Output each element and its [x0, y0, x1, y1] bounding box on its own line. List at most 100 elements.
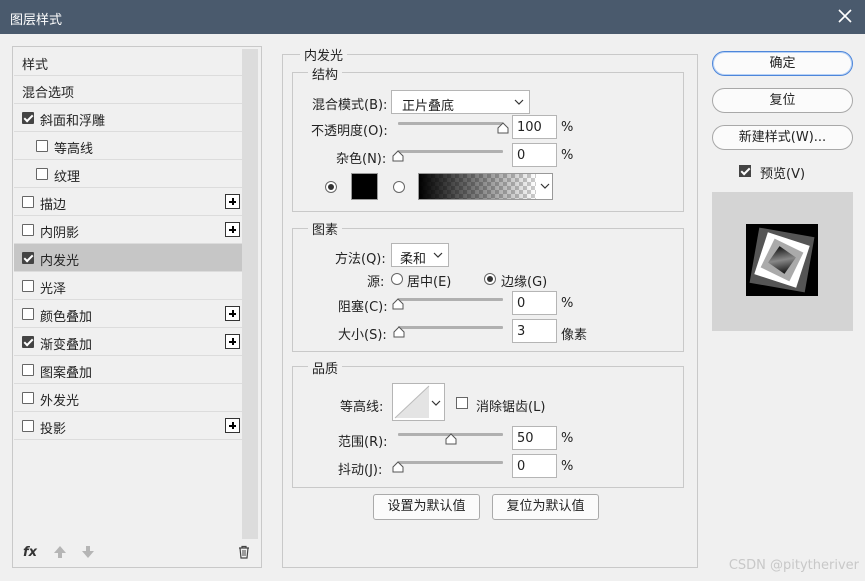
chevron-down-icon — [514, 95, 524, 109]
opacity-slider-track[interactable] — [398, 122, 503, 125]
method-label: 方法(Q): — [335, 252, 386, 267]
style-checkbox[interactable] — [22, 364, 34, 376]
ok-button[interactable]: 确定 — [712, 51, 853, 76]
source-center-radio[interactable] — [391, 273, 403, 285]
jitter-slider-track[interactable] — [398, 461, 503, 464]
styles-list: 样式 混合选项斜面和浮雕等高线 纹理 描边 内阴影 内发光 光泽 颜色叠加 渐变叠加 图案叠加外发… — [14, 48, 244, 440]
blend-mode-select[interactable]: 正片叠底 — [391, 90, 530, 114]
add-effect-icon[interactable] — [225, 222, 240, 237]
style-item[interactable]: 等高线 — [14, 132, 244, 160]
source-center-label[interactable]: 居中(E) — [407, 271, 451, 290]
range-input[interactable]: 50 — [512, 426, 557, 450]
style-item-label: 外发光 — [40, 394, 80, 409]
style-item[interactable]: 内发光 — [14, 244, 244, 272]
size-input[interactable]: 3 — [512, 319, 557, 343]
style-item[interactable]: 渐变叠加 — [14, 328, 244, 356]
fx-icon[interactable]: fx — [23, 545, 37, 560]
style-checkbox[interactable] — [22, 196, 34, 208]
choke-slider-thumb[interactable] — [392, 298, 404, 310]
style-item[interactable]: 颜色叠加 — [14, 300, 244, 328]
style-checkbox[interactable] — [22, 280, 34, 292]
style-checkbox[interactable] — [22, 112, 34, 124]
noise-value: 0 — [517, 148, 526, 163]
gradient-mode-radio[interactable] — [393, 181, 405, 193]
method-select[interactable]: 柔和 — [391, 243, 449, 267]
blend-mode-label: 混合模式(B): — [312, 98, 388, 113]
antialias-label[interactable]: 消除锯齿(L) — [476, 396, 545, 415]
add-effect-icon[interactable] — [225, 418, 240, 433]
elements-title: 图素 — [308, 219, 343, 238]
add-effect-icon[interactable] — [225, 306, 240, 321]
noise-unit: % — [561, 148, 574, 163]
jitter-label: 抖动(J): — [338, 463, 383, 478]
style-item[interactable]: 外发光 — [14, 384, 244, 412]
structure-title: 结构 — [308, 64, 343, 83]
jitter-slider-thumb[interactable] — [392, 461, 404, 473]
contour-picker[interactable] — [392, 383, 445, 421]
style-checkbox[interactable] — [22, 308, 34, 320]
style-item[interactable]: 样式 — [14, 48, 244, 76]
chevron-down-icon — [431, 396, 441, 414]
preview-label[interactable]: 预览(V) — [760, 163, 805, 182]
style-item-label: 斜面和浮雕 — [40, 114, 106, 129]
jitter-input[interactable]: 0 — [512, 454, 557, 478]
style-checkbox[interactable] — [22, 336, 34, 348]
range-label: 范围(R): — [338, 435, 388, 450]
antialias-checkbox[interactable] — [456, 397, 468, 409]
size-slider-thumb[interactable] — [393, 326, 405, 338]
glow-color-swatch[interactable] — [351, 173, 378, 200]
preview-checkbox[interactable] — [739, 165, 751, 177]
move-down-icon[interactable] — [81, 545, 95, 563]
trash-icon[interactable] — [237, 545, 251, 563]
gradient-preview — [419, 174, 536, 199]
style-checkbox[interactable] — [36, 168, 48, 180]
style-item[interactable]: 图案叠加 — [14, 356, 244, 384]
noise-input[interactable]: 0 — [512, 143, 557, 167]
style-preview — [712, 192, 853, 331]
color-mode-radio[interactable] — [325, 181, 337, 193]
quality-title: 品质 — [308, 358, 343, 377]
size-slider-track[interactable] — [398, 326, 503, 329]
style-item[interactable]: 投影 — [14, 412, 244, 440]
style-item[interactable]: 纹理 — [14, 160, 244, 188]
make-default-button[interactable]: 设置为默认值 — [373, 494, 480, 520]
style-checkbox[interactable] — [36, 140, 48, 152]
choke-unit: % — [561, 296, 574, 311]
jitter-unit: % — [561, 459, 574, 474]
close-icon[interactable] — [835, 6, 855, 26]
jitter-value: 0 — [517, 459, 526, 474]
opacity-unit: % — [561, 120, 574, 135]
noise-slider-track[interactable] — [398, 150, 503, 153]
choke-slider-track[interactable] — [398, 298, 503, 301]
style-checkbox[interactable] — [22, 392, 34, 404]
panel-title: 内发光 — [300, 45, 348, 64]
opacity-slider-thumb[interactable] — [497, 122, 509, 134]
range-slider-thumb[interactable] — [445, 433, 457, 445]
style-checkbox[interactable] — [22, 420, 34, 432]
reset-button[interactable]: 复位 — [712, 88, 853, 113]
noise-label: 杂色(N): — [336, 152, 387, 167]
style-item[interactable]: 斜面和浮雕 — [14, 104, 244, 132]
scrollbar[interactable] — [242, 49, 258, 539]
choke-input[interactable]: 0 — [512, 291, 557, 315]
add-effect-icon[interactable] — [225, 194, 240, 209]
style-item[interactable]: 混合选项 — [14, 76, 244, 104]
new-style-button[interactable]: 新建样式(W)... — [712, 125, 853, 150]
add-effect-icon[interactable] — [225, 334, 240, 349]
size-value: 3 — [517, 324, 526, 339]
gradient-picker[interactable] — [418, 173, 553, 200]
preview-thumbnail — [746, 224, 818, 296]
style-item[interactable]: 描边 — [14, 188, 244, 216]
source-edge-label[interactable]: 边缘(G) — [501, 271, 547, 290]
style-item[interactable]: 光泽 — [14, 272, 244, 300]
move-up-icon[interactable] — [53, 545, 67, 563]
style-item[interactable]: 内阴影 — [14, 216, 244, 244]
opacity-input[interactable]: 100 — [512, 115, 557, 139]
style-checkbox[interactable] — [22, 224, 34, 236]
range-value: 50 — [517, 431, 534, 446]
watermark: CSDN @pitytheriver — [728, 558, 859, 573]
source-edge-radio[interactable] — [484, 273, 496, 285]
reset-default-button[interactable]: 复位为默认值 — [492, 494, 599, 520]
noise-slider-thumb[interactable] — [392, 150, 404, 162]
style-checkbox[interactable] — [22, 252, 34, 264]
